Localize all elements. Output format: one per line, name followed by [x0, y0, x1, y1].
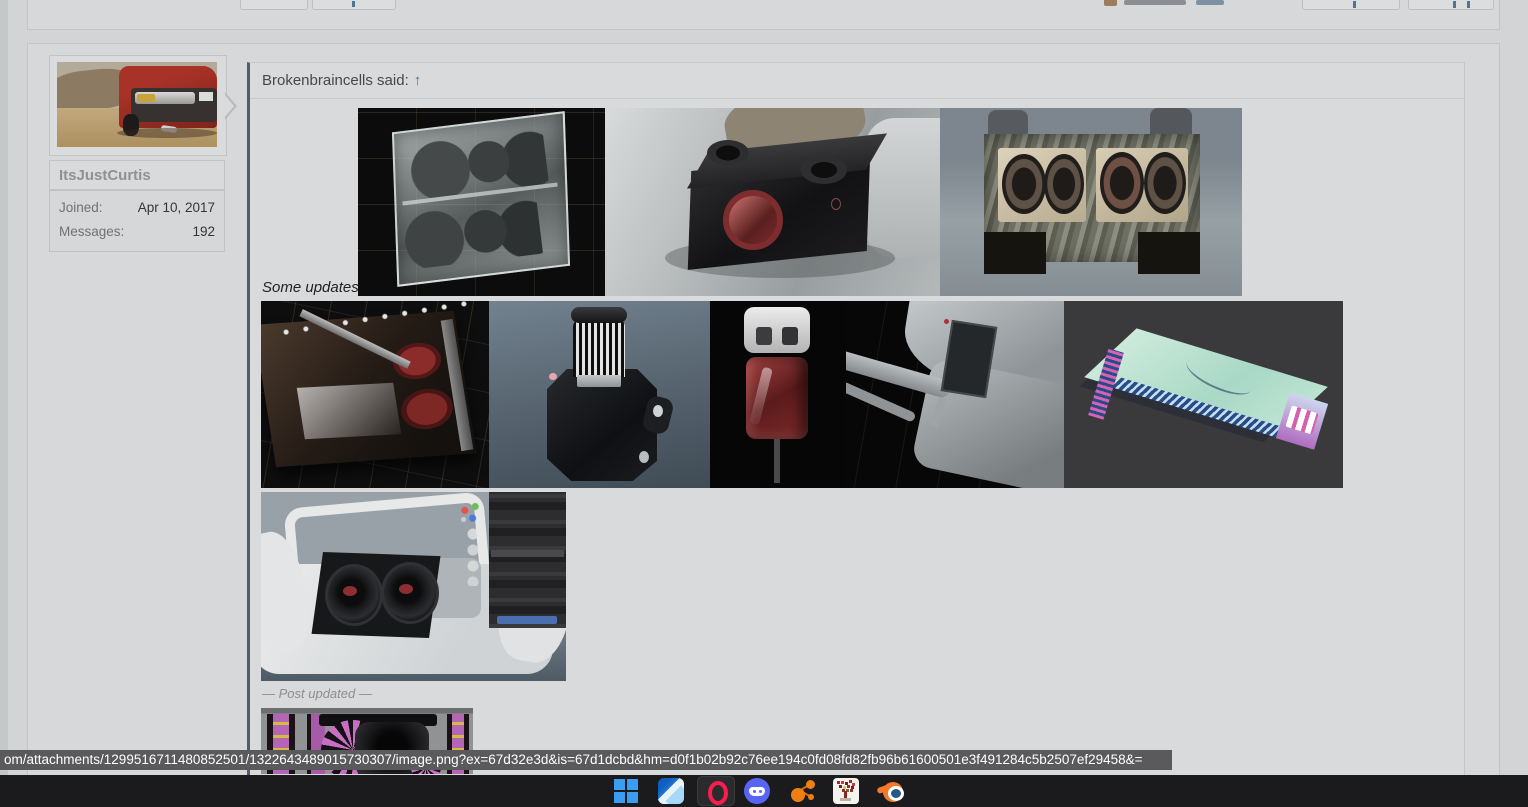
panel-button: [497, 616, 557, 624]
likes-summary-avatar[interactable]: [1104, 0, 1117, 6]
port-opening: [1138, 232, 1200, 274]
jar-cap: [744, 307, 810, 353]
quote-attribution: Brokenbraincells said:: [262, 72, 409, 89]
render-white-car-two-subs[interactable]: [261, 492, 566, 681]
messages-label: Messages:: [59, 224, 125, 239]
taskbar: [0, 775, 1528, 807]
avatar[interactable]: [57, 62, 217, 147]
jar-stem: [774, 439, 780, 483]
likes-list-link-fragment[interactable]: [1196, 0, 1224, 5]
cap-slot: [756, 327, 772, 345]
blender-icon[interactable]: [876, 778, 904, 804]
win-square: [627, 792, 638, 803]
avatar-plate: [199, 92, 213, 101]
render-glass-subwoofer-box[interactable]: [358, 108, 605, 296]
link-url-status-tooltip: om/attachments/1299516711480852501/13226…: [0, 750, 1172, 770]
button-text-fragment: [1467, 1, 1470, 8]
blue-app-icon[interactable]: [658, 778, 684, 804]
win-square: [627, 779, 638, 790]
win-square: [614, 779, 625, 790]
molecule-atom-large: [791, 788, 805, 802]
prev-reply-button[interactable]: [1408, 0, 1494, 10]
dd-logo: [343, 586, 357, 596]
sub-cup: [707, 140, 749, 166]
avatar-taillight: [137, 94, 155, 102]
button-text-fragment: [1353, 1, 1356, 8]
joined-label: Joined:: [59, 200, 103, 215]
blender-core: [888, 786, 904, 801]
prev-like-button[interactable]: [240, 0, 308, 10]
orange-molecule-icon[interactable]: [789, 778, 815, 804]
discord-face: [749, 787, 765, 796]
avatar-shadow: [117, 128, 217, 138]
quote-header: Brokenbraincells said: ↑: [250, 63, 1464, 99]
discord-icon[interactable]: [744, 778, 770, 804]
avatar-pointer-fill: [224, 94, 234, 118]
red-dot: [944, 319, 949, 324]
cylinder-cap: [571, 307, 627, 323]
molecule-atom-medium: [806, 780, 815, 789]
render-red-jar[interactable]: [710, 301, 846, 488]
tab-hole: [653, 405, 663, 417]
pixel-cluster: [837, 781, 840, 784]
discord-eye: [753, 790, 756, 793]
port-opening: [984, 232, 1046, 274]
messages-value: 192: [192, 224, 215, 239]
driver: [1044, 154, 1084, 214]
render-black-box-red-port[interactable]: [605, 108, 940, 296]
user-stats: Joined: Apr 10, 2017 Messages: 192: [49, 190, 225, 252]
prev-quote-button[interactable]: [312, 0, 396, 10]
left-gutter: [0, 0, 8, 775]
sub-cup: [801, 156, 847, 184]
prev-quote-button-right[interactable]: [1302, 0, 1400, 10]
dd-logo: [399, 584, 413, 594]
win-square: [614, 792, 625, 803]
render-teal-amplifier[interactable]: [1064, 301, 1343, 488]
striped-cylinder: [573, 319, 625, 377]
windows-start-icon[interactable]: [614, 779, 640, 805]
viewport-gizmo: [457, 500, 483, 526]
driver: [1144, 152, 1186, 214]
tab-hole: [639, 451, 649, 463]
goto-quoted-post-arrow[interactable]: ↑: [414, 72, 422, 89]
render-gray-chassis[interactable]: [846, 301, 1064, 488]
render-marble-sub-wall[interactable]: [940, 108, 1242, 296]
some-updates-text: Some updates: [262, 279, 359, 296]
pink-dot: [549, 373, 557, 380]
likes-summary-text-fragment: [1124, 0, 1186, 5]
button-text-fragment: [352, 1, 355, 7]
pixel-base: [840, 798, 851, 801]
stat-messages: Messages: 192: [59, 224, 215, 239]
panel-highlight-row: [491, 550, 564, 557]
driver: [1100, 152, 1144, 214]
blender-n-panel: [489, 492, 566, 628]
render-striped-reservoir[interactable]: [489, 301, 710, 488]
small-red-ring: [831, 198, 841, 210]
collar: [577, 375, 621, 387]
opera-gx-icon[interactable]: [703, 778, 729, 805]
pixel-tree-icon[interactable]: [833, 778, 859, 804]
discord-eye: [759, 790, 762, 793]
quote-block: Brokenbraincells said: ↑ Some updates — …: [247, 62, 1465, 807]
avatar-box: [49, 55, 227, 156]
opera-ring: [708, 781, 728, 805]
driver: [1002, 154, 1046, 214]
cap-slot: [782, 327, 798, 345]
molecule-atom-small: [808, 794, 814, 800]
red-port: [723, 190, 783, 250]
username[interactable]: ItsJustCurtis: [49, 160, 225, 190]
joined-value: Apr 10, 2017: [137, 200, 215, 215]
screen: ItsJustCurtis Joined: Apr 10, 2017 Messa…: [0, 0, 1528, 807]
post-updated-text: — Post updated —: [262, 686, 372, 701]
inner-glow: [296, 382, 402, 440]
button-text-fragment: [1453, 1, 1456, 8]
viewport-buttons: [467, 528, 479, 586]
stat-joined: Joined: Apr 10, 2017: [59, 200, 215, 215]
render-wooden-amp-case[interactable]: [261, 301, 489, 488]
